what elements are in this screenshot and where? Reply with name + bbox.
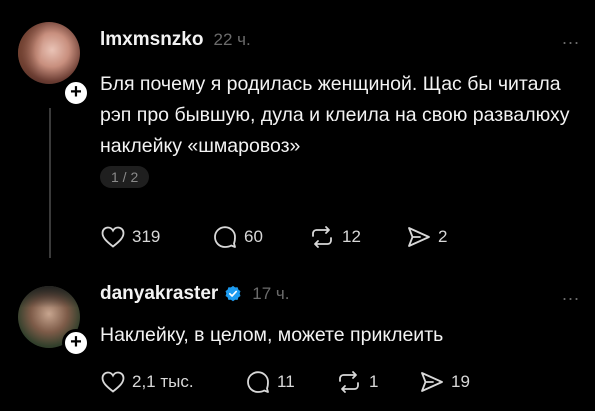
reply-button[interactable]: 11: [245, 370, 335, 394]
repost-count: 1: [369, 372, 379, 391]
username[interactable]: lmxmsnzko: [100, 29, 203, 51]
post-header: danyakraster 17 ч.: [100, 283, 290, 305]
action-bar: 2,1 тыс. 11 1 19: [100, 370, 470, 394]
reply-button[interactable]: 60: [212, 225, 308, 249]
verified-badge-icon: [225, 285, 241, 302]
image-pager: 1 / 2: [100, 166, 150, 188]
share-button[interactable]: 19: [419, 370, 470, 394]
repost-icon: [312, 226, 332, 248]
like-button[interactable]: 2,1 тыс.: [100, 370, 245, 394]
like-count: 2,1 тыс.: [132, 372, 194, 391]
post-text: Наклейку, в целом, можете приклеить: [100, 324, 444, 346]
share-icon: [408, 227, 430, 247]
repost-button[interactable]: 1: [335, 370, 419, 394]
action-bar: 319 60 12 2: [100, 225, 447, 249]
follow-plus-icon[interactable]: +: [62, 329, 90, 357]
repost-count: 12: [342, 227, 361, 246]
share-icon: [421, 372, 443, 392]
post-header: lmxmsnzko 22 ч.: [100, 29, 251, 51]
like-count: 319: [132, 227, 161, 246]
post-time: 22 ч.: [213, 30, 251, 49]
post-time: 17 ч.: [252, 284, 290, 303]
repost-icon: [339, 371, 359, 393]
share-button[interactable]: 2: [406, 225, 447, 249]
avatar[interactable]: [18, 22, 80, 84]
post: + danyakraster 17 ч. ... Наклейку, в цел…: [0, 270, 595, 411]
share-count: 2: [438, 227, 448, 246]
post: + lmxmsnzko 22 ч. ... Бля почему я родил…: [0, 0, 595, 270]
reply-count: 11: [277, 372, 295, 391]
follow-plus-icon[interactable]: +: [62, 79, 90, 107]
more-options-icon[interactable]: ...: [562, 28, 580, 49]
username[interactable]: danyakraster: [100, 283, 218, 305]
heart-icon: [101, 371, 125, 393]
share-count: 19: [451, 372, 470, 391]
post-text: Бля почему я родилась женщиной. Щас бы ч…: [100, 73, 570, 157]
thread-line: [49, 108, 51, 258]
more-options-icon[interactable]: ...: [562, 284, 580, 305]
heart-icon: [101, 226, 125, 248]
reply-count: 60: [244, 227, 263, 246]
repost-button[interactable]: 12: [308, 225, 406, 249]
comment-icon: [214, 226, 236, 248]
comment-icon: [247, 371, 269, 393]
like-button[interactable]: 319: [100, 225, 212, 249]
